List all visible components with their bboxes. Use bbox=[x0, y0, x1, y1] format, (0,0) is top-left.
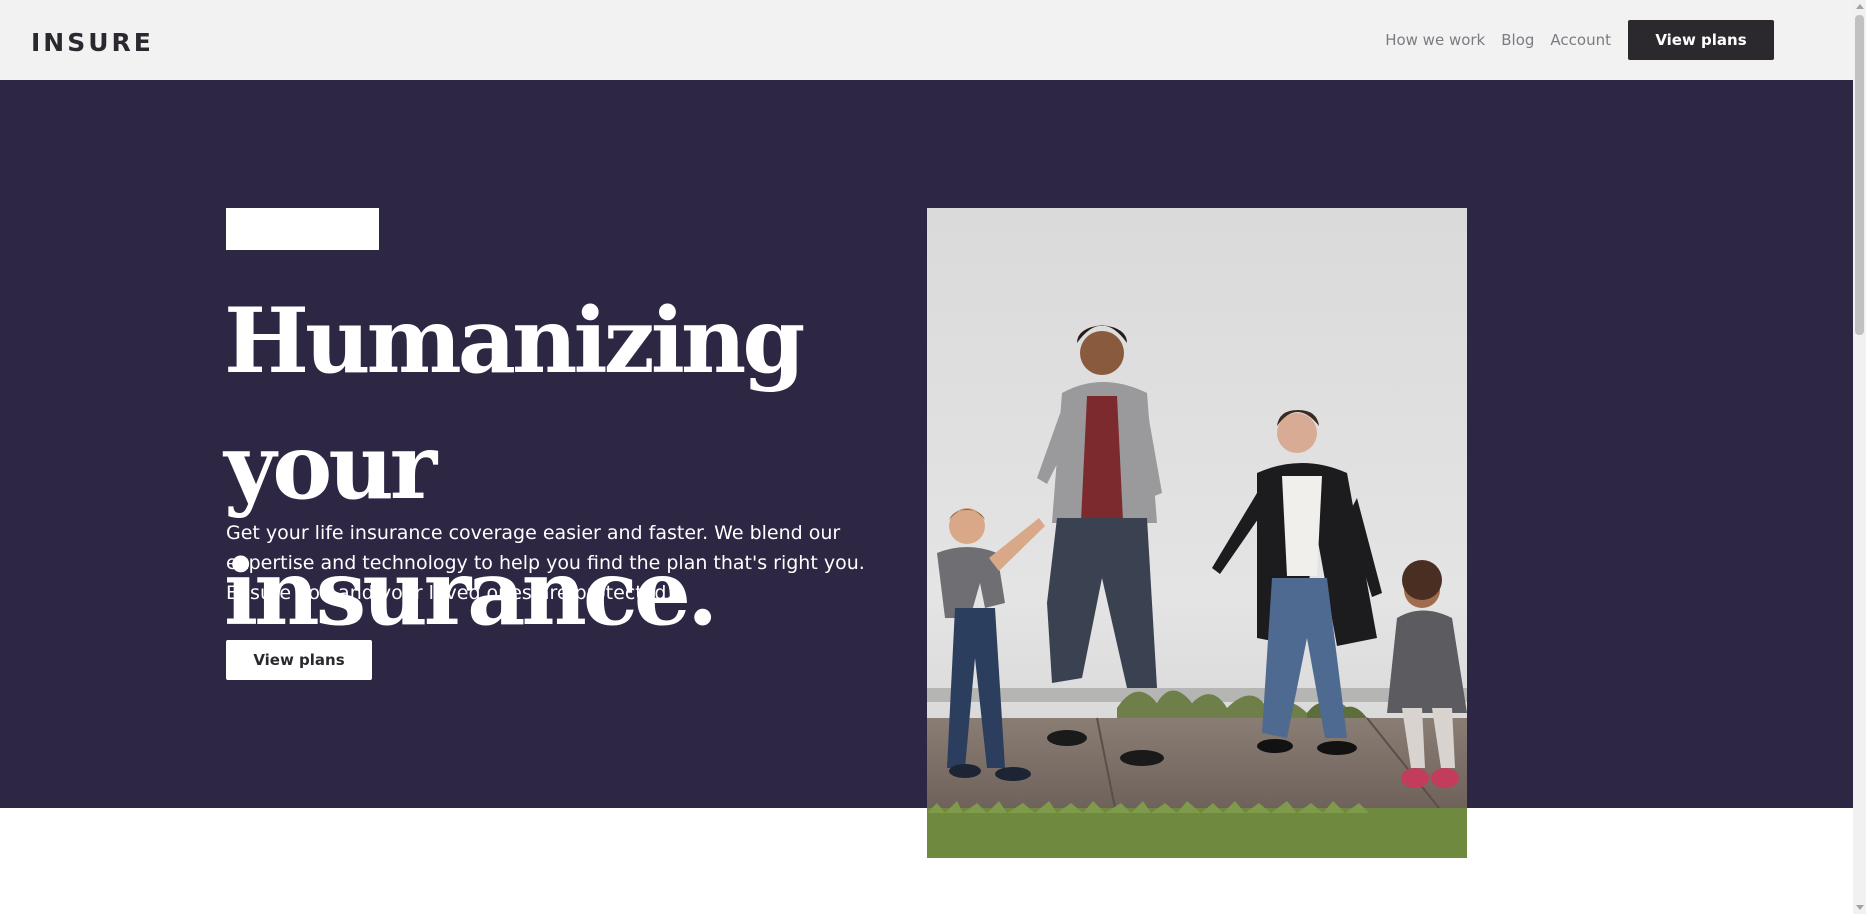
nav-link-account[interactable]: Account bbox=[1550, 31, 1611, 49]
page-scrollbar[interactable] bbox=[1853, 0, 1866, 914]
nav-link-blog[interactable]: Blog bbox=[1501, 31, 1534, 49]
main-nav: How we work Blog Account View plans bbox=[1385, 20, 1774, 60]
family-walking-photo bbox=[927, 208, 1467, 858]
site-header: INSURE How we work Blog Account View pla… bbox=[0, 0, 1853, 80]
hero-view-plans-button[interactable]: View plans bbox=[226, 640, 372, 680]
nav-link-how-we-work[interactable]: How we work bbox=[1385, 31, 1485, 49]
scroll-up-arrow-icon[interactable] bbox=[1856, 4, 1864, 9]
hero-title-line-1: Humanizing bbox=[224, 288, 805, 394]
logo[interactable]: INSURE bbox=[31, 28, 154, 57]
hero-description: Get your life insurance coverage easier … bbox=[226, 522, 865, 604]
hero-decorative-bar bbox=[226, 208, 379, 250]
scroll-down-arrow-icon[interactable] bbox=[1856, 905, 1864, 910]
header-view-plans-button[interactable]: View plans bbox=[1628, 20, 1774, 60]
page: INSURE How we work Blog Account View pla… bbox=[0, 0, 1866, 914]
scroll-thumb[interactable] bbox=[1855, 15, 1864, 335]
